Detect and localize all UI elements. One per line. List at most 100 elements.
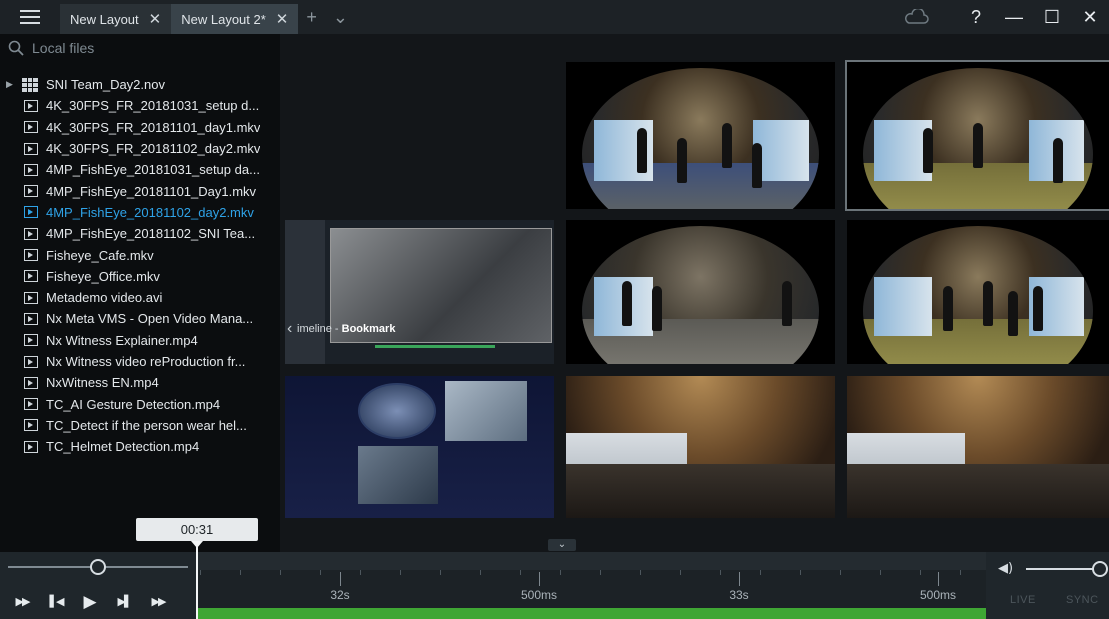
camera-tile-fisheye-4[interactable]: [847, 220, 1109, 364]
tree-item-label: 4K_30FPS_FR_20181031_setup d...: [46, 98, 260, 114]
tree-item-video[interactable]: NxWitness EN.mp4: [0, 372, 280, 393]
help-button[interactable]: ?: [957, 7, 995, 28]
tree-item-video[interactable]: Nx Witness video reProduction fr...: [0, 351, 280, 372]
timeline-cursor[interactable]: [196, 541, 198, 619]
tree-item-video[interactable]: 4MP_FishEye_20181031_setup da...: [0, 159, 280, 180]
volume-icon[interactable]: ◀): [998, 561, 1013, 576]
video-file-icon: [24, 142, 38, 155]
video-file-icon: [24, 334, 38, 347]
previous-frame-icon[interactable]: ▌◀: [42, 592, 70, 612]
video-frame: [285, 376, 554, 518]
tree-item-video[interactable]: TC_Detect if the person wear hel...: [0, 415, 280, 436]
tree-item-video[interactable]: Fisheye_Cafe.mkv: [0, 244, 280, 265]
nx-witness-client: New Layout ✕ New Layout 2* ✕ + ⌄ ? — ☐ ✕: [0, 0, 1109, 619]
skip-to-start-icon[interactable]: ▶▶: [8, 592, 36, 612]
tree-item-label: Nx Meta VMS - Open Video Mana...: [46, 311, 254, 327]
tree-item-label: 4MP_FishEye_20181031_setup da...: [46, 162, 260, 178]
major-tick: [539, 572, 540, 586]
speed-slider-handle[interactable]: [90, 559, 106, 575]
maximize-button[interactable]: ☐: [1033, 7, 1071, 28]
camera-tile-fisheye-1[interactable]: [566, 62, 835, 209]
camera-tile-wide-1[interactable]: [566, 376, 835, 518]
video-file-icon: [24, 206, 38, 219]
tree-item-label: Fisheye_Cafe.mkv: [46, 247, 154, 263]
close-window-button[interactable]: ✕: [1071, 7, 1109, 28]
tick-label: 500ms: [919, 588, 957, 602]
camera-tile-fisheye-2[interactable]: [845, 60, 1109, 211]
major-tick: [739, 572, 740, 586]
tab-list-chevron-icon[interactable]: ⌄: [325, 7, 356, 28]
tree-item-video[interactable]: Metademo video.avi: [0, 287, 280, 308]
layout-grid-icon: [22, 77, 38, 92]
video-file-icon: [24, 249, 38, 262]
video-frame: [566, 376, 835, 518]
volume-slider-handle[interactable]: [1092, 561, 1108, 577]
volume-slider-track[interactable]: [1026, 568, 1098, 570]
live-button[interactable]: LIVE: [1010, 594, 1036, 606]
video-frame: [862, 225, 1094, 364]
minor-ticks: [196, 570, 986, 578]
tree-item-video[interactable]: 4MP_FishEye_20181102_day2.mkv: [0, 202, 280, 223]
tree-item-video[interactable]: 4K_30FPS_FR_20181101_day1.mkv: [0, 117, 280, 138]
tree-item-label: 4K_30FPS_FR_20181101_day1.mkv: [46, 119, 261, 135]
current-time-tooltip: 00:31: [136, 518, 258, 541]
sync-button[interactable]: SYNC: [1066, 594, 1099, 606]
tree-item-video[interactable]: TC_Helmet Detection.mp4: [0, 436, 280, 457]
play-icon[interactable]: ▶: [76, 592, 104, 612]
tree-item-video[interactable]: Fisheye_Office.mkv: [0, 266, 280, 287]
tab-label: New Layout 2*: [181, 11, 266, 27]
collapse-timeline-chevron-icon[interactable]: ⌄: [548, 539, 576, 551]
tree-item-video[interactable]: 4K_30FPS_FR_20181102_day2.mkv: [0, 138, 280, 159]
next-frame-icon[interactable]: ▶▌: [110, 592, 138, 612]
tick-label: 500ms: [520, 588, 558, 602]
video-file-icon: [24, 440, 38, 453]
title-bar: New Layout ✕ New Layout 2* ✕ + ⌄ ? — ☐ ✕: [0, 0, 1109, 34]
tick-label: 33s: [729, 588, 749, 602]
file-tree: ▶ SNI Team_Day2.nov 4K_30FPS_FR_20181031_s…: [0, 74, 280, 457]
skip-to-end-icon[interactable]: ▶▶: [144, 592, 172, 612]
add-tab-button[interactable]: +: [298, 7, 325, 28]
overlay-text-bookmark: Bookmark: [341, 323, 396, 335]
timeline-ruler[interactable]: 32s 500ms 33s 500ms: [196, 552, 986, 619]
tree-item-label: Metademo video.avi: [46, 290, 163, 306]
tick-label: 32s: [330, 588, 350, 602]
tab-new-layout-2[interactable]: New Layout 2* ✕: [171, 4, 299, 34]
search-input[interactable]: [32, 40, 252, 56]
video-frame: [862, 67, 1094, 209]
camera-tile-wide-2[interactable]: [847, 376, 1109, 518]
video-file-icon: [24, 291, 38, 304]
tree-item-video[interactable]: Nx Meta VMS - Open Video Mana...: [0, 308, 280, 329]
close-tab-icon[interactable]: ✕: [276, 10, 289, 28]
tree-item-video[interactable]: TC_AI Gesture Detection.mp4: [0, 393, 280, 414]
tree-item-label: 4MP_FishEye_20181101_Day1.mkv: [46, 183, 257, 199]
tree-item-label: TC_Detect if the person wear hel...: [46, 417, 247, 433]
expand-arrow-icon[interactable]: ▶: [6, 79, 22, 90]
minimize-button[interactable]: —: [995, 7, 1033, 28]
screen-recording-tile[interactable]: ‹ imeline - Bookmark: [285, 220, 554, 364]
video-file-icon: [24, 163, 38, 176]
recorded-chunk-bar: [196, 608, 986, 619]
screen-recording-tile-2[interactable]: [285, 376, 554, 518]
tab-label: New Layout: [70, 11, 139, 27]
cloud-icon[interactable]: [903, 9, 929, 25]
volume-sync-controls: ◀) LIVE SYNC: [986, 552, 1109, 619]
tab-new-layout[interactable]: New Layout ✕: [60, 4, 172, 34]
close-tab-icon[interactable]: ✕: [149, 10, 162, 28]
tree-item-label: TC_AI Gesture Detection.mp4: [46, 396, 221, 412]
tree-item-video[interactable]: 4MP_FishEye_20181101_Day1.mkv: [0, 180, 280, 201]
main-menu-button[interactable]: [0, 0, 60, 34]
tree-item-video[interactable]: 4MP_FishEye_20181102_SNI Tea...: [0, 223, 280, 244]
video-frame: [582, 67, 819, 209]
camera-tile-fisheye-3[interactable]: [566, 220, 835, 364]
video-file-icon: [24, 312, 38, 325]
search-bar: [0, 34, 280, 62]
video-frame: ‹ imeline - Bookmark: [285, 220, 554, 364]
tree-item-label: NxWitness EN.mp4: [46, 375, 159, 391]
tree-item-video[interactable]: 4K_30FPS_FR_20181031_setup d...: [0, 95, 280, 116]
hamburger-icon: [20, 10, 40, 24]
resource-panel: ▶ SNI Team_Day2.nov 4K_30FPS_FR_20181031_s…: [0, 34, 280, 552]
tree-item-label: SNI Team_Day2.nov: [46, 77, 165, 93]
tree-item-video[interactable]: Nx Witness Explainer.mp4: [0, 330, 280, 351]
major-tick: [938, 572, 939, 586]
tree-item-layout[interactable]: ▶ SNI Team_Day2.nov: [0, 74, 280, 95]
